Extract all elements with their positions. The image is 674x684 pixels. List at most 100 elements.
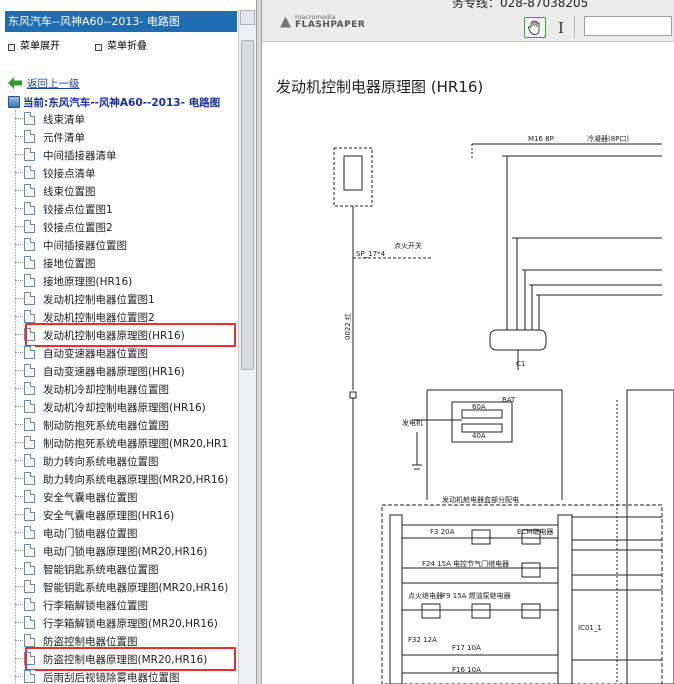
- logo-big-text: FLASHPAPER: [295, 20, 366, 30]
- scroll-thumb[interactable]: [241, 40, 254, 370]
- tree-connector: [15, 136, 23, 137]
- document-icon: [24, 238, 35, 251]
- document-icon: [24, 112, 35, 125]
- document-icon: [24, 616, 35, 629]
- tree-connector: [15, 640, 23, 641]
- hand-tool-button[interactable]: [524, 17, 546, 38]
- document-icon: [24, 310, 35, 323]
- tree-item-label: 铰接点位置图2: [43, 222, 113, 234]
- tree-connector: [15, 370, 23, 371]
- tree-connector: [15, 604, 23, 605]
- tree-item-label: 中间插接器位置图: [43, 240, 127, 252]
- viewer-toolbar: 务专线：028-87038205 macromedia FLASHPAPER I: [262, 0, 674, 42]
- tree-item-label: 线束清单: [43, 114, 85, 126]
- diagram-label-bat: BAT: [502, 396, 516, 404]
- tree-connector: [15, 316, 23, 317]
- diagram-label-ecm-box: 发动机舱电器盒部分配电: [442, 495, 519, 504]
- diagram-label-fuse60: 60A: [472, 403, 486, 411]
- document-icon: [24, 544, 35, 557]
- document-icon: [24, 580, 35, 593]
- menu-collapse-label: 菜单折叠: [107, 41, 147, 52]
- tree-item-label: 铰接点位置图1: [43, 204, 113, 216]
- document-icon: [24, 418, 35, 431]
- left-scrollbar[interactable]: [238, 10, 256, 684]
- tree-connector: [15, 280, 23, 281]
- tree-connector: [15, 118, 23, 119]
- document-icon: [24, 256, 35, 269]
- tree-item-label: 安全气囊电器位置图: [43, 492, 138, 504]
- tree-item-label: 智能钥匙系统电器位置图: [43, 564, 159, 576]
- tree-connector: [15, 478, 23, 479]
- tree-item-label: 发动机冷却控制电器原理图(HR16): [43, 402, 206, 414]
- diagram-label-ign-relay: 点火继电器: [408, 591, 443, 600]
- diagram-label-sp: SP_17*4: [356, 250, 386, 258]
- tree-connector: [15, 442, 23, 443]
- service-phone: 务专线：028-87038205: [452, 0, 589, 10]
- document-title: 发动机控制电器原理图 (HR16): [276, 78, 484, 96]
- back-label: 返回上一级: [27, 77, 80, 90]
- document-icon: [24, 472, 35, 485]
- left-panel: 东风汽车--风神A60--2013- 电路图 菜单展开 菜单折叠 返回上一级 当…: [0, 0, 256, 684]
- diagram-label-f24: F24 15A 电控节气门继电器: [422, 559, 509, 568]
- diagram-label-c1: C1: [516, 360, 525, 368]
- tree-connector: [15, 154, 23, 155]
- tree-item-label: 电动门锁电器原理图(MR20,HR16): [43, 546, 208, 558]
- tree-item-label: 自动变速器电器原理图(HR16): [43, 366, 185, 378]
- document-icon: [24, 202, 35, 215]
- tree-connector: [15, 226, 23, 227]
- tree-connector: [15, 352, 23, 353]
- tree-connector: [15, 334, 23, 335]
- current-location: 当前:东风汽车--风神A60--2013- 电路图: [8, 94, 220, 110]
- collapse-icon: [95, 43, 102, 51]
- document-icon: [24, 166, 35, 179]
- document-icon: [24, 274, 35, 287]
- tree-connector: [15, 532, 23, 533]
- document-icon: [24, 292, 35, 305]
- diagram-label-ic01: IC01_1: [578, 624, 602, 632]
- document-icon: [24, 346, 35, 359]
- current-label: 当前:东风汽车--风神A60--2013- 电路图: [23, 96, 221, 109]
- tree-connector: [15, 460, 23, 461]
- tree-item-label: 发动机冷却控制电器位置图: [43, 384, 169, 396]
- document-icon: [24, 634, 35, 647]
- scroll-up-button[interactable]: [240, 10, 255, 25]
- document-icon: [24, 490, 35, 503]
- circuit-diagram: M16 8P 冷凝器(8P口) 点火开关 SP_17*4 BAT 60A 40A…: [333, 134, 674, 684]
- diagram-label-ecm-relay: ECM继电器: [517, 527, 553, 536]
- diagram-label-ign: 点火开关: [394, 241, 422, 250]
- search-input[interactable]: [584, 16, 672, 36]
- tree-item-label: 后雨刮后视镜除雾电器位置图: [43, 672, 180, 684]
- menu-expand-label: 菜单展开: [20, 41, 60, 52]
- tree-connector: [15, 244, 23, 245]
- tree-connector: [15, 208, 23, 209]
- back-arrow-icon: [8, 77, 22, 89]
- document-icon: [24, 148, 35, 161]
- tree-guide-line: [15, 110, 16, 684]
- document-icon: [24, 130, 35, 143]
- tree-item-label: 铰接点清单: [43, 168, 96, 180]
- highlight-box: [25, 647, 236, 671]
- highlight-box: [25, 323, 236, 347]
- tree-item-label: 线束位置图: [43, 186, 96, 198]
- back-link[interactable]: 返回上一级: [8, 76, 80, 90]
- text-select-button[interactable]: I: [555, 17, 567, 38]
- tree-item-label: 智能钥匙系统电器原理图(MR20,HR16): [43, 582, 229, 594]
- document-viewer: 务专线：028-87038205 macromedia FLASHPAPER I…: [262, 0, 674, 684]
- tree-connector: [15, 262, 23, 263]
- document-icon: [24, 382, 35, 395]
- diagram-label-f3: F3 20A: [430, 528, 455, 536]
- tree-item-label: 助力转向系统电器位置图: [43, 456, 159, 468]
- tree-connector: [15, 658, 23, 659]
- diagram-label-f32: F32 12A: [408, 636, 437, 644]
- hand-tool-icon: [528, 20, 540, 35]
- diagram-label-gen: 发电机: [402, 418, 423, 427]
- computer-icon: [8, 96, 20, 108]
- document-icon: [24, 400, 35, 413]
- document-icon: [24, 220, 35, 233]
- tree-connector: [15, 676, 23, 677]
- menu-expand-button[interactable]: 菜单展开: [8, 40, 60, 54]
- diagram-label-m16: M16 8P: [528, 135, 554, 143]
- tree-item-label: 制动防抱死系统电器原理图(MR20,HR1: [43, 438, 229, 450]
- diagram-label-f9: F9 15A 燃油泵继电器: [442, 591, 511, 600]
- menu-collapse-button[interactable]: 菜单折叠: [95, 40, 147, 54]
